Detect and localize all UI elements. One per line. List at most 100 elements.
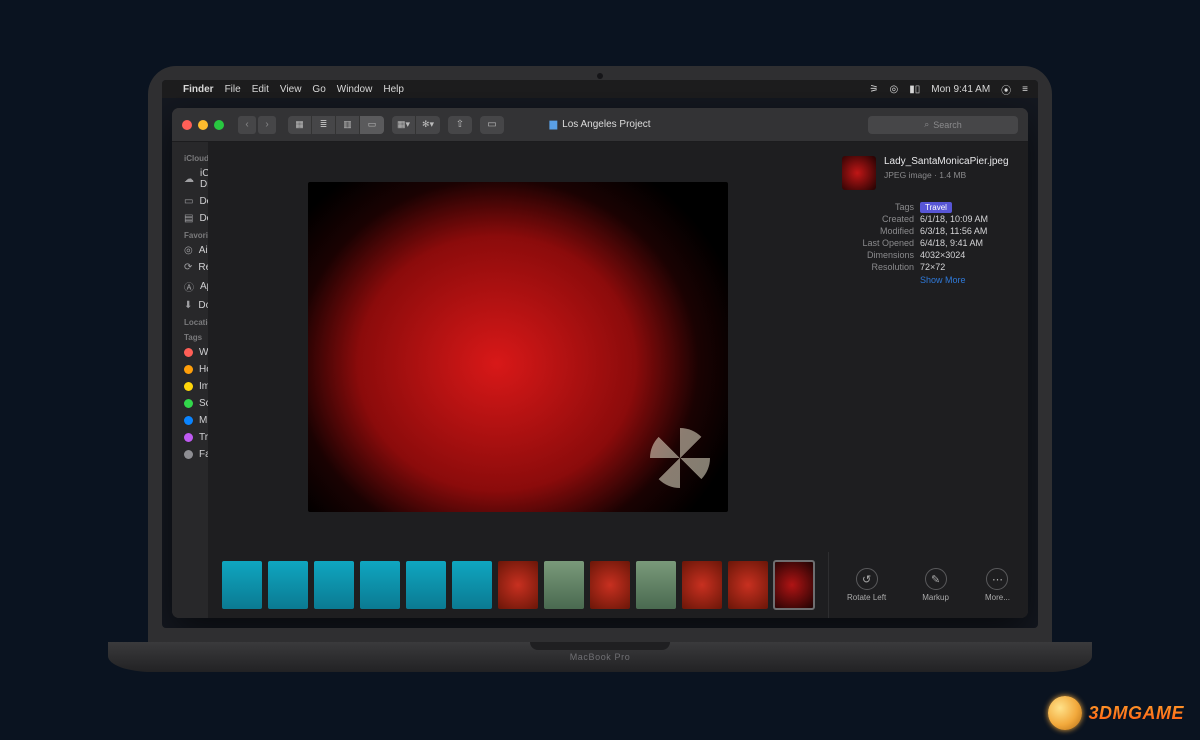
spotlight-icon[interactable]: ⦿ xyxy=(1001,82,1011,97)
info-label: Last Opened xyxy=(842,238,914,248)
menubar-app[interactable]: Finder xyxy=(183,84,214,95)
minimize-button[interactable] xyxy=(198,120,208,130)
menu-edit[interactable]: Edit xyxy=(252,84,269,95)
wifi-icon[interactable]: ⚞ xyxy=(870,84,879,95)
menubar: Finder File Edit View Go Window Help ⚞ ◎… xyxy=(162,80,1038,98)
share-button[interactable]: ⇧ xyxy=(448,116,472,134)
view-icon-button[interactable]: ▦ xyxy=(288,116,312,134)
info-row: Tags Travel xyxy=(842,202,1014,212)
sidebar-item-label: iCloud Drive xyxy=(200,168,208,190)
battery-icon[interactable]: ▮▯ xyxy=(909,84,920,95)
doc-icon: ▤ xyxy=(184,213,193,224)
sidebar: iCloud☁iCloud Drive▭Desktop▤DocumentsFav… xyxy=(172,142,208,618)
sidebar-item-recents[interactable]: ⟳Recents xyxy=(172,259,208,276)
sidebar-item-music[interactable]: Music xyxy=(172,412,208,429)
sidebar-item-documents[interactable]: ▤Documents xyxy=(172,210,208,227)
menubar-clock[interactable]: Mon 9:41 AM xyxy=(931,84,990,95)
sidebar-item-work[interactable]: Work xyxy=(172,344,208,361)
action-rotate-left[interactable]: ↺Rotate Left xyxy=(847,568,886,602)
thumbnail-6[interactable] xyxy=(498,561,538,609)
sidebar-item-downloads[interactable]: ⬇ Downloads xyxy=(172,297,208,314)
thumbnail-strip xyxy=(208,552,828,618)
info-label: Created xyxy=(842,214,914,224)
notifications-icon[interactable]: ≡ xyxy=(1022,84,1028,95)
action-icon: ↺ xyxy=(856,568,878,590)
clock-icon: ⟳ xyxy=(184,262,192,273)
thumbnail-0[interactable] xyxy=(222,561,262,609)
info-label: Modified xyxy=(842,226,914,236)
info-label: Dimensions xyxy=(842,250,914,260)
sidebar-header: Locations xyxy=(172,314,208,329)
cloud-icon: ☁ xyxy=(184,174,194,185)
sidebar-header: iCloud xyxy=(172,150,208,165)
thumbnail-1[interactable] xyxy=(268,561,308,609)
action-more-[interactable]: ⋯More... xyxy=(985,568,1010,602)
thumbnail-7[interactable] xyxy=(544,561,584,609)
thumbnail-8[interactable] xyxy=(590,561,630,609)
thumbnail-12[interactable] xyxy=(774,561,814,609)
download-icon: ⬇ xyxy=(184,300,192,311)
thumbnail-11[interactable] xyxy=(728,561,768,609)
menu-window[interactable]: Window xyxy=(337,84,373,95)
thumbnail-9[interactable] xyxy=(636,561,676,609)
info-value: 6/4/18, 9:41 AM xyxy=(920,238,983,248)
menu-help[interactable]: Help xyxy=(383,84,404,95)
info-row: Created6/1/18, 10:09 AM xyxy=(842,214,1014,224)
info-row: Modified 6/3/18, 11:56 AM xyxy=(842,226,1014,236)
window-title-text: Los Angeles Project xyxy=(562,119,650,130)
menu-view[interactable]: View xyxy=(280,84,302,95)
view-mode-group: ▦ ≣ ▥ ▭ xyxy=(288,116,384,134)
tag-dot-icon xyxy=(184,450,193,459)
sidebar-item-travel[interactable]: Travel xyxy=(172,429,208,446)
sidebar-item-important[interactable]: Important xyxy=(172,378,208,395)
sidebar-item-airdrop[interactable]: ◎AirDrop xyxy=(172,242,208,259)
info-panel: Lady_SantaMonicaPier.jpeg JPEG image · 1… xyxy=(828,142,1028,552)
action-label: Markup xyxy=(922,593,949,602)
laptop-brand: MacBook Pro xyxy=(108,652,1092,662)
action-markup[interactable]: ✎ Markup xyxy=(922,568,949,602)
action-menu-button[interactable]: ✻▾ xyxy=(416,116,440,134)
close-button[interactable] xyxy=(182,120,192,130)
thumbnail-4[interactable] xyxy=(406,561,446,609)
thumbnail-10[interactable] xyxy=(682,561,722,609)
action-icon: ✎ xyxy=(925,568,947,590)
search-placeholder: Search xyxy=(933,120,962,130)
forward-button[interactable]: › xyxy=(258,116,276,134)
sidebar-item-desktop[interactable]: ▭Desktop xyxy=(172,193,208,210)
info-label: Tags xyxy=(842,202,914,212)
thumbnail-2[interactable] xyxy=(314,561,354,609)
menu-go[interactable]: Go xyxy=(312,84,325,95)
sidebar-item-applications[interactable]: ⒶApplications xyxy=(172,276,208,297)
sidebar-item-label: Important xyxy=(199,381,208,392)
sidebar-item-family[interactable]: Family xyxy=(172,446,208,463)
info-value: 6/3/18, 11:56 AM xyxy=(920,226,987,236)
tag-dot-icon xyxy=(184,433,193,442)
menu-file[interactable]: File xyxy=(225,84,241,95)
tag-dot-icon xyxy=(184,348,193,357)
sidebar-item-label: Desktop xyxy=(199,196,208,207)
watermark-icon xyxy=(1048,696,1082,730)
info-filename: Lady_SantaMonicaPier.jpeg xyxy=(884,156,1009,168)
sidebar-item-home[interactable]: Home xyxy=(172,361,208,378)
info-value: 72×72 xyxy=(920,262,945,272)
preview-image[interactable] xyxy=(308,182,728,512)
sidebar-item-label: Music xyxy=(199,415,208,426)
sidebar-item-label: Downloads xyxy=(198,300,208,311)
show-more-link[interactable]: Show More xyxy=(920,275,1014,285)
view-column-button[interactable]: ▥ xyxy=(336,116,360,134)
tags-button[interactable]: ▭ xyxy=(480,116,504,134)
group-by-button[interactable]: ▦▾ xyxy=(392,116,416,134)
zoom-button[interactable] xyxy=(214,120,224,130)
search-field[interactable]: ⌕ Search xyxy=(868,116,1018,134)
sidebar-item-school[interactable]: School xyxy=(172,395,208,412)
watermark-text: 3DMGAME xyxy=(1088,703,1184,724)
thumbnail-3[interactable] xyxy=(360,561,400,609)
sidebar-item-icloud-drive[interactable]: ☁ iCloud Drive xyxy=(172,165,208,193)
view-gallery-button[interactable]: ▭ xyxy=(360,116,384,134)
info-value: Travel xyxy=(920,202,952,212)
view-list-button[interactable]: ≣ xyxy=(312,116,336,134)
thumbnail-5[interactable] xyxy=(452,561,492,609)
sidebar-header: Tags xyxy=(172,329,208,344)
back-button[interactable]: ‹ xyxy=(238,116,256,134)
control-center-icon[interactable]: ◎ xyxy=(889,84,898,95)
